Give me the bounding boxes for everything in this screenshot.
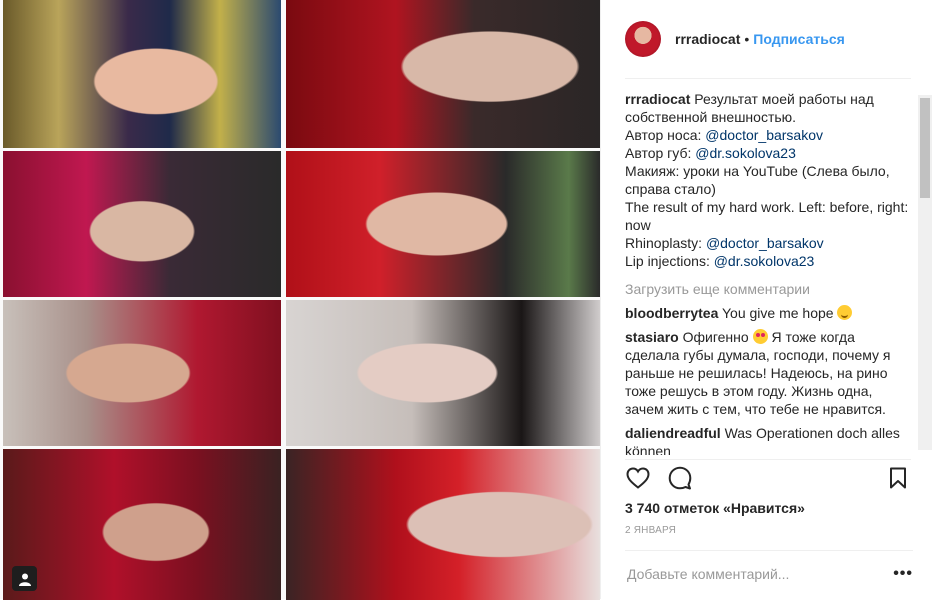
caption-lips-label: Автор губ: [625, 145, 692, 161]
comments-list[interactable]: rrradiocat Результат моей работы над соб… [625, 90, 913, 455]
bookmark-icon[interactable] [885, 465, 911, 491]
avatar[interactable] [625, 21, 661, 57]
comment-item: bloodberrytea You give me hope [625, 304, 913, 322]
photo-before-2 [3, 151, 281, 297]
photo-after-3 [286, 300, 600, 446]
post-username[interactable]: rrradiocat [675, 31, 740, 47]
photo-after-2 [286, 151, 600, 297]
comment-username[interactable]: bloodberrytea [625, 305, 718, 321]
caption-nose-label: Автор носа: [625, 127, 702, 143]
likes-count[interactable]: 3 740 отметок «Нравится» [625, 500, 805, 516]
photo-after-4 [286, 449, 600, 600]
comment-item: daliendreadful Was Operationen doch alle… [625, 424, 913, 455]
add-comment-bar: ••• [625, 550, 913, 597]
caption-lip-injections-link[interactable]: @dr.sokolova23 [714, 253, 815, 269]
comments-scrollbar[interactable] [918, 95, 932, 450]
caption-makeup: Макияж: уроки на YouTube (Слева было, сп… [625, 163, 890, 197]
smile-emoji-icon [837, 305, 853, 320]
follow-button[interactable]: Подписаться [753, 31, 845, 47]
post-side-panel: rrradiocat • Подписаться rrradiocat Резу… [600, 0, 942, 599]
comment-item: stasiaro Офигенно Я тоже когда сделала г… [625, 328, 913, 418]
add-comment-input[interactable] [625, 565, 894, 583]
photo-after-1 [286, 0, 600, 148]
photo-before-1 [3, 0, 281, 148]
caption: rrradiocat Результат моей работы над соб… [625, 90, 913, 270]
comment-text: Офигенно [682, 329, 749, 345]
tagged-user-icon[interactable] [12, 566, 37, 591]
post-image[interactable] [0, 0, 600, 600]
heart-eyes-emoji-icon [752, 329, 768, 344]
comment-username[interactable]: stasiaro [625, 329, 679, 345]
heart-icon[interactable] [625, 465, 651, 491]
caption-nose-link[interactable]: @doctor_barsakov [705, 127, 823, 143]
caption-username[interactable]: rrradiocat [625, 91, 690, 107]
load-more-comments-button[interactable]: Загрузить еще комментарии [625, 280, 913, 298]
more-options-icon[interactable]: ••• [893, 565, 913, 583]
scrollbar-thumb[interactable] [920, 98, 930, 198]
post-date[interactable]: 2 ЯНВАРЯ [625, 525, 676, 536]
photo-before-4 [3, 449, 281, 600]
photo-before-3 [3, 300, 281, 446]
separator-dot: • [744, 31, 750, 47]
post-actions [625, 459, 911, 496]
caption-rhinoplasty-link[interactable]: @doctor_barsakov [706, 235, 824, 251]
caption-lips-link[interactable]: @dr.sokolova23 [695, 145, 796, 161]
caption-lip-injections-label: Lip injections: [625, 253, 710, 269]
comment-username[interactable]: daliendreadful [625, 425, 721, 441]
comment-text: You give me hope [722, 305, 834, 321]
comment-icon[interactable] [667, 465, 693, 491]
post-header: rrradiocat • Подписаться [625, 0, 911, 79]
photo-collage [3, 0, 600, 600]
caption-english: The result of my hard work. Left: before… [625, 199, 909, 233]
caption-rhinoplasty-label: Rhinoplasty: [625, 235, 703, 251]
